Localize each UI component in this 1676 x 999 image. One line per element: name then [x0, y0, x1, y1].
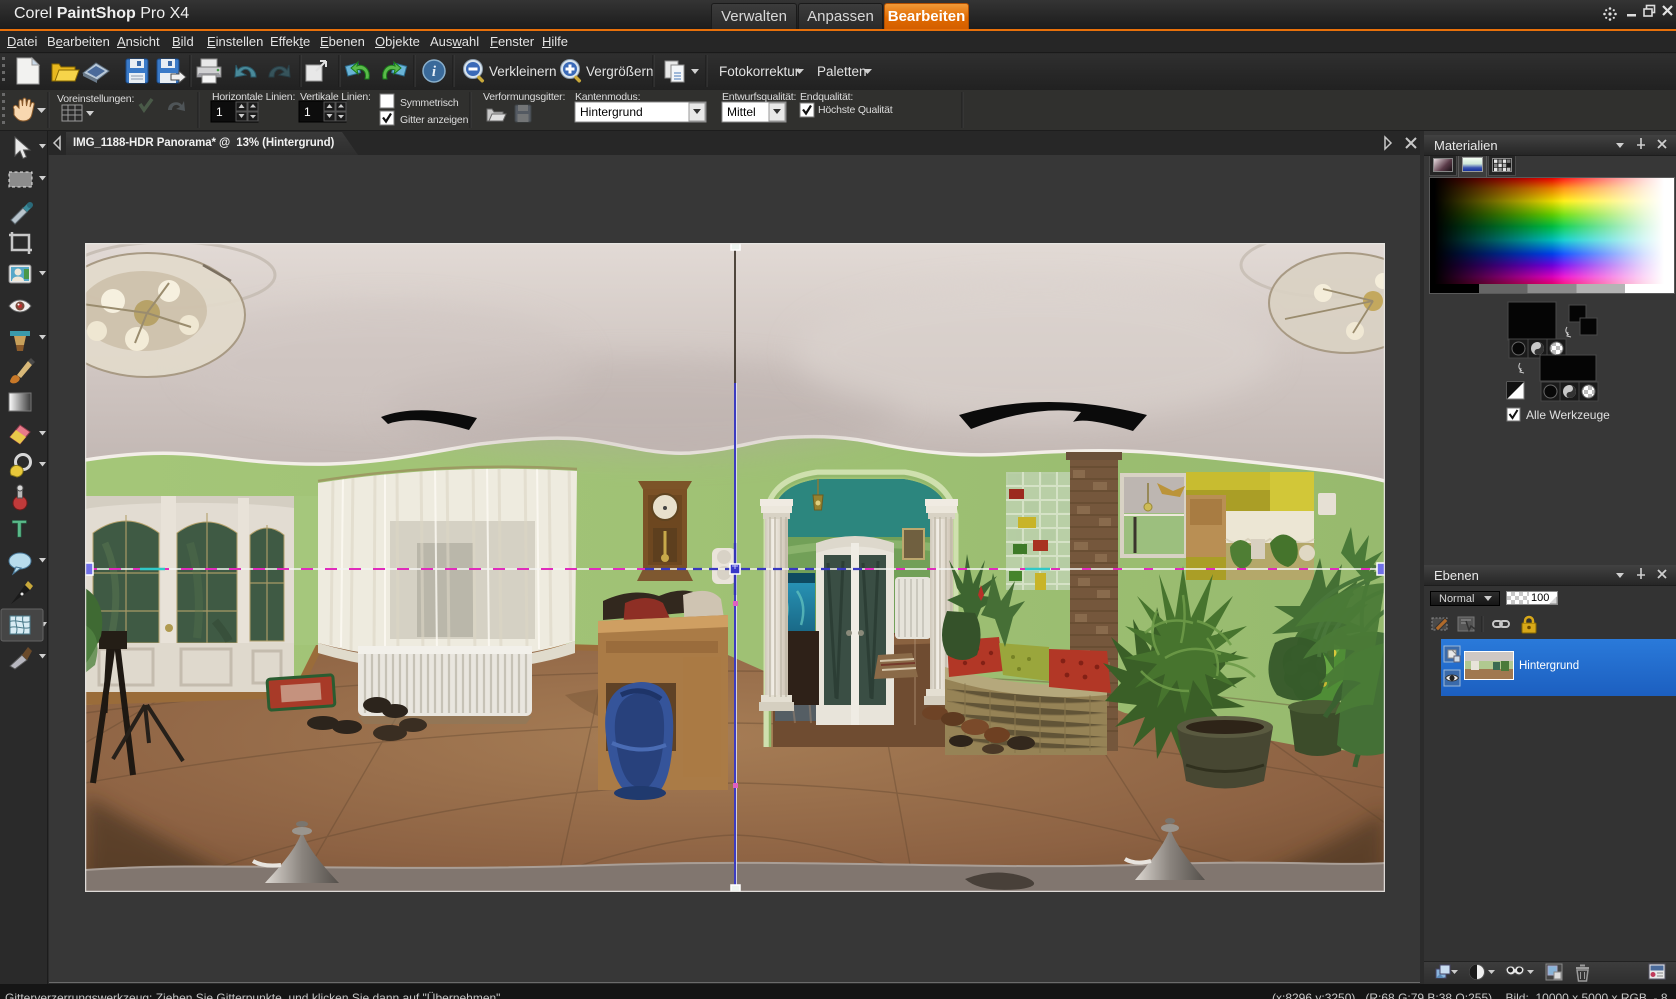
svg-text:Alle Werkzeuge: Alle Werkzeuge: [1526, 408, 1610, 422]
svg-text:1: 1: [304, 105, 311, 119]
svg-text:1: 1: [216, 105, 223, 119]
svg-text:T: T: [12, 516, 27, 543]
svg-text:Mittel: Mittel: [727, 105, 756, 119]
svg-text:Verkleinern: Verkleinern: [489, 64, 557, 79]
svg-text:Paletten: Paletten: [817, 64, 867, 79]
svg-text:Vergrößern: Vergrößern: [586, 64, 654, 79]
svg-text:Fotokorrektur: Fotokorrektur: [719, 64, 800, 79]
svg-text:Hintergrund: Hintergrund: [1519, 660, 1579, 672]
svg-text:Hintergrund: Hintergrund: [580, 105, 643, 119]
